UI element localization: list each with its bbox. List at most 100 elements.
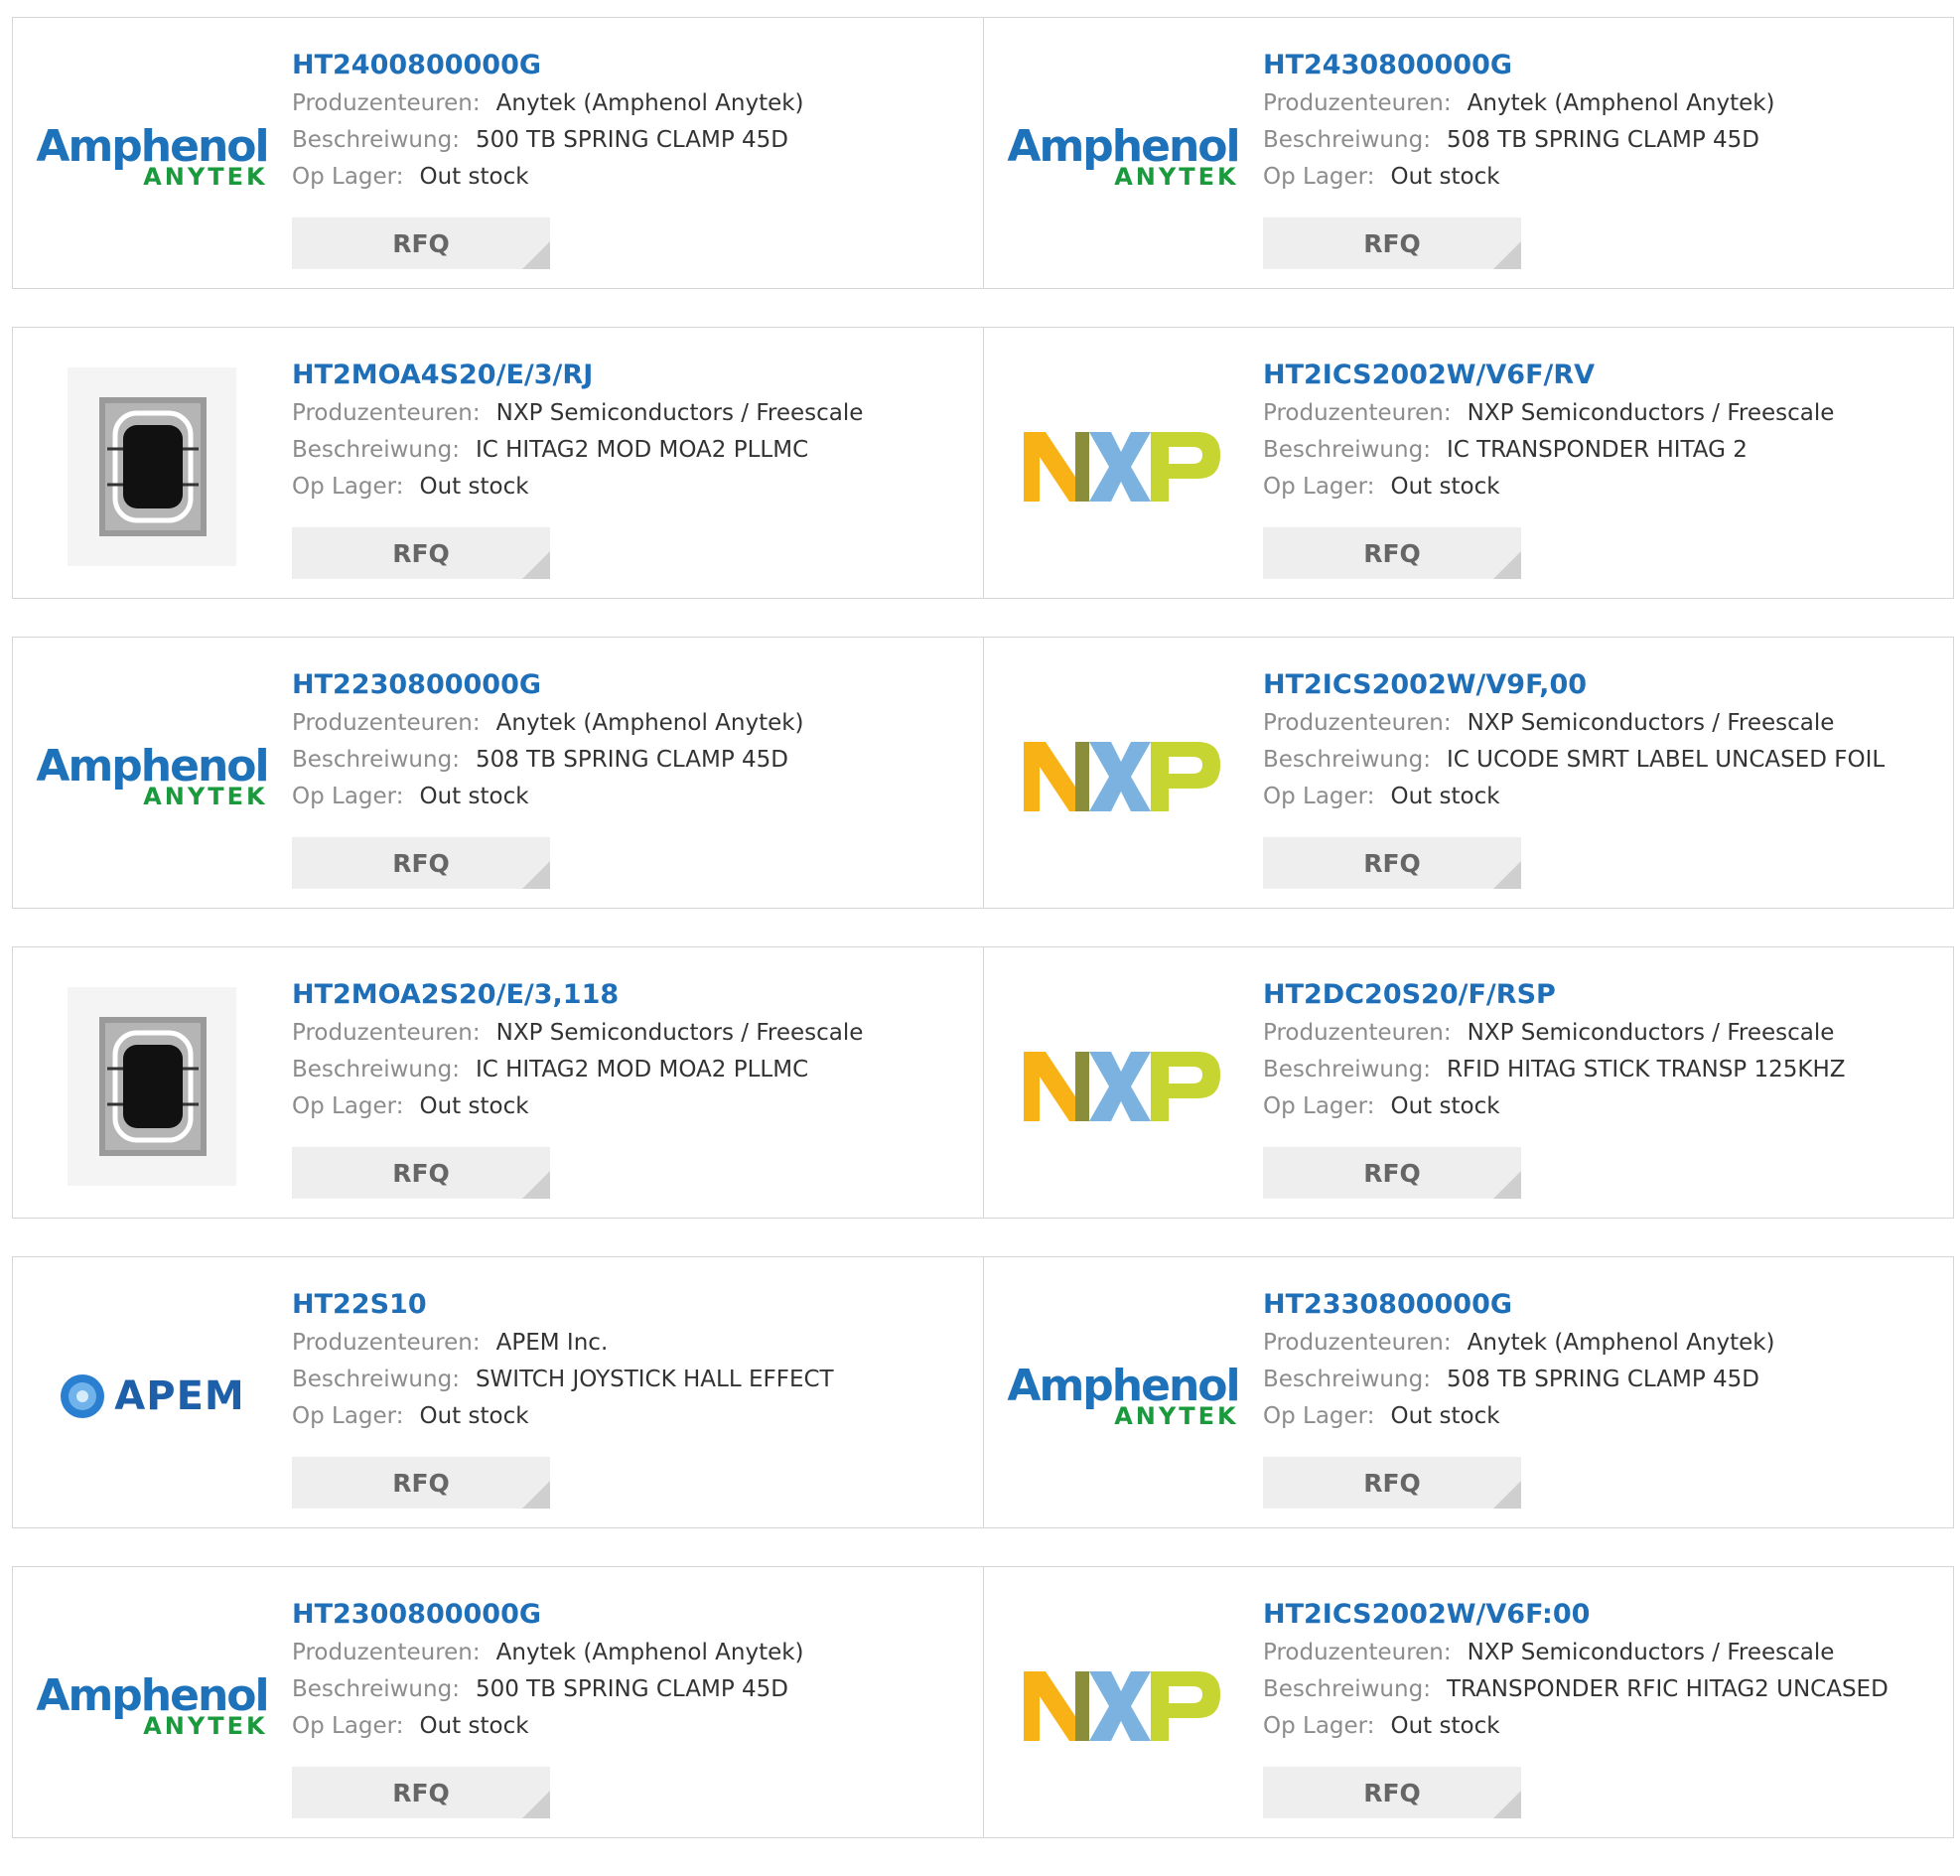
stock-line: Op Lager: Out stock [292, 1088, 973, 1125]
product-row: HT2MOA4S20/E/3/RJ Produzenteuren: NXP Semi… [12, 327, 1954, 599]
description-label: Beschreiwung: [292, 1367, 460, 1392]
stock-line: Op Lager: Out stock [292, 1708, 973, 1745]
manufacturer-value: NXP Semiconductors / Freescale [1467, 1020, 1835, 1046]
manufacturer-value: Anytek (Amphenol Anytek) [1467, 90, 1775, 116]
rfq-button[interactable]: RFQ [1263, 1457, 1521, 1509]
manufacturer-value: NXP Semiconductors / Freescale [495, 1020, 864, 1046]
description-label: Beschreiwung: [292, 1676, 460, 1702]
manufacturer-label: Produzenteuren: [292, 1020, 481, 1046]
rfq-label: RFQ [1363, 538, 1421, 568]
product-card: HT2MOA4S20/E/3/RJ Produzenteuren: NXP Semi… [13, 328, 983, 598]
part-number-link[interactable]: HT2MOA4S20/E/3/RJ [292, 356, 973, 395]
rfq-label: RFQ [1363, 848, 1421, 878]
rfq-button[interactable]: RFQ [1263, 1767, 1521, 1818]
stock-label: Op Lager: [1263, 1403, 1375, 1429]
part-number-link[interactable]: HT2ICS2002W/V9F,00 [1263, 665, 1943, 705]
rfq-button[interactable]: RFQ [1263, 527, 1521, 579]
description-value: SWITCH JOYSTICK HALL EFFECT [475, 1367, 834, 1392]
stock-line: Op Lager: Out stock [292, 1398, 973, 1435]
stock-value: Out stock [419, 164, 529, 190]
manufacturer-label: Produzenteuren: [1263, 90, 1452, 116]
product-row: Amphenol ANYTEK HT2300800000G Produzenteure… [12, 1566, 1954, 1838]
nxp-logo[interactable] [1024, 367, 1222, 566]
part-number-link[interactable]: HT2ICS2002W/V6F:00 [1263, 1595, 1943, 1635]
nxp-logo[interactable] [1024, 987, 1222, 1186]
part-number-link[interactable]: HT2MOA2S20/E/3,118 [292, 975, 973, 1015]
product-card: Amphenol ANYTEK HT2330800000G Produzenteure… [983, 1257, 1953, 1527]
stock-value: Out stock [419, 474, 529, 500]
part-number-link[interactable]: HT2430800000G [1263, 46, 1943, 85]
stock-line: Op Lager: Out stock [292, 469, 973, 505]
manufacturer-line: Produzenteuren: NXP Semiconductors / Free… [292, 395, 973, 432]
description-line: Beschreiwung: IC HITAG2 MOD MOA2 PLLMC [292, 1052, 973, 1088]
rfq-label: RFQ [392, 228, 450, 258]
amphenol-anytek-logo[interactable]: Amphenol ANYTEK [36, 1607, 269, 1805]
stock-label: Op Lager: [1263, 1713, 1375, 1739]
description-line: Beschreiwung: 500 TB SPRING CLAMP 45D [292, 1671, 973, 1708]
corner-triangle-icon [522, 861, 550, 889]
corner-triangle-icon [1493, 551, 1521, 579]
rfq-button[interactable]: RFQ [292, 527, 550, 579]
amphenol-anytek-logo[interactable]: Amphenol ANYTEK [1007, 1297, 1240, 1496]
description-value: RFID HITAG STICK TRANSP 125KHZ [1446, 1057, 1846, 1082]
product-card: HT2ICS2002W/V9F,00 Produzenteuren: NXP Sem… [983, 638, 1953, 908]
apem-logo[interactable]: APEM [53, 1297, 251, 1496]
description-line: Beschreiwung: IC TRANSPONDER HITAG 2 [1263, 432, 1943, 469]
manufacturer-label: Produzenteuren: [1263, 1640, 1452, 1665]
chip-module-image[interactable] [53, 367, 251, 566]
corner-triangle-icon [1493, 1171, 1521, 1199]
product-row: APEM HT22S10 Produzenteuren: APEM Inc. Besch… [12, 1256, 1954, 1528]
description-value: IC HITAG2 MOD MOA2 PLLMC [475, 1057, 809, 1082]
part-number-link[interactable]: HT2ICS2002W/V6F/RV [1263, 356, 1943, 395]
rfq-button[interactable]: RFQ [1263, 217, 1521, 269]
manufacturer-value: Anytek (Amphenol Anytek) [495, 90, 804, 116]
stock-value: Out stock [1390, 474, 1500, 500]
description-label: Beschreiwung: [1263, 127, 1431, 153]
corner-triangle-icon [1493, 241, 1521, 269]
part-number-link[interactable]: HT2230800000G [292, 665, 973, 705]
rfq-label: RFQ [1363, 228, 1421, 258]
nxp-logo[interactable] [1024, 1607, 1222, 1805]
rfq-button[interactable]: RFQ [292, 1767, 550, 1818]
rfq-label: RFQ [392, 1468, 450, 1498]
product-card: HT2ICS2002W/V6F/RV Produzenteuren: NXP Sem… [983, 328, 1953, 598]
amphenol-anytek-logo[interactable]: Amphenol ANYTEK [36, 677, 269, 876]
stock-label: Op Lager: [292, 1093, 404, 1119]
amphenol-anytek-logo[interactable]: Amphenol ANYTEK [36, 58, 269, 256]
description-value: 500 TB SPRING CLAMP 45D [475, 1676, 789, 1702]
corner-triangle-icon [1493, 861, 1521, 889]
rfq-label: RFQ [392, 1778, 450, 1807]
nxp-logo[interactable] [1024, 677, 1222, 876]
manufacturer-label: Produzenteuren: [292, 400, 481, 426]
manufacturer-value: Anytek (Amphenol Anytek) [495, 1640, 804, 1665]
stock-line: Op Lager: Out stock [1263, 779, 1943, 815]
stock-value: Out stock [419, 1713, 529, 1739]
stock-label: Op Lager: [1263, 474, 1375, 500]
part-number-link[interactable]: HT2300800000G [292, 1595, 973, 1635]
part-number-link[interactable]: HT2DC20S20/F/RSP [1263, 975, 1943, 1015]
corner-triangle-icon [522, 1171, 550, 1199]
rfq-button[interactable]: RFQ [292, 1147, 550, 1199]
description-value: TRANSPONDER RFIC HITAG2 UNCASED [1446, 1676, 1889, 1702]
description-line: Beschreiwung: SWITCH JOYSTICK HALL EFFECT [292, 1362, 973, 1398]
part-number-link[interactable]: HT22S10 [292, 1285, 973, 1325]
corner-triangle-icon [522, 241, 550, 269]
part-number-link[interactable]: HT2330800000G [1263, 1285, 1943, 1325]
manufacturer-label: Produzenteuren: [292, 1640, 481, 1665]
chip-module-image[interactable] [53, 987, 251, 1186]
amphenol-anytek-logo[interactable]: Amphenol ANYTEK [1007, 58, 1240, 256]
rfq-button[interactable]: RFQ [1263, 1147, 1521, 1199]
description-line: Beschreiwung: IC HITAG2 MOD MOA2 PLLMC [292, 432, 973, 469]
rfq-button[interactable]: RFQ [1263, 837, 1521, 889]
rfq-button[interactable]: RFQ [292, 837, 550, 889]
stock-line: Op Lager: Out stock [1263, 469, 1943, 505]
manufacturer-line: Produzenteuren: Anytek (Amphenol Anytek) [1263, 85, 1943, 122]
product-card: HT2DC20S20/F/RSP Produzenteuren: NXP Semic… [983, 947, 1953, 1218]
rfq-label: RFQ [392, 848, 450, 878]
description-label: Beschreiwung: [1263, 1057, 1431, 1082]
description-line: Beschreiwung: TRANSPONDER RFIC HITAG2 UNC… [1263, 1671, 1943, 1708]
rfq-button[interactable]: RFQ [292, 1457, 550, 1509]
part-number-link[interactable]: HT2400800000G [292, 46, 973, 85]
rfq-button[interactable]: RFQ [292, 217, 550, 269]
manufacturer-line: Produzenteuren: NXP Semiconductors / Free… [1263, 1635, 1943, 1671]
